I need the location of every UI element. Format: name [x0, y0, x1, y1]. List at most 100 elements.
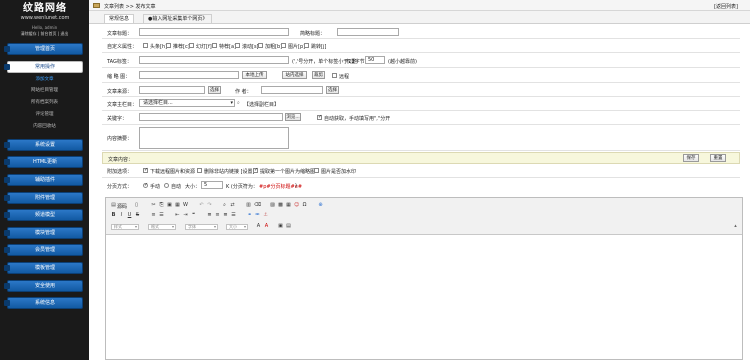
- size-dropdown[interactable]: 大小 ▾: [226, 224, 248, 230]
- format-dropdown[interactable]: 格式 ▾: [148, 224, 176, 230]
- table-icon[interactable]: ▦: [286, 203, 291, 208]
- rich-text-editor[interactable]: ▤ 源码 ▯ ✂ ⎘ ▣ ▦ W ↶ ↷ ⌕ ⇄ ▥ ⌫ ▨ ▩ ▦ ☺ Ω ⊕…: [105, 197, 743, 360]
- anchor-icon[interactable]: ⚓: [263, 213, 268, 218]
- find-icon[interactable]: ⌕: [222, 203, 227, 208]
- flag-f-checkbox[interactable]: [189, 43, 194, 48]
- nav-item-attachments[interactable]: 附件管理: [4, 192, 83, 204]
- templates-icon[interactable]: ▤: [286, 224, 291, 229]
- bulleted-list-icon[interactable]: ☰: [159, 213, 164, 218]
- maximize-icon[interactable]: ⊕: [318, 203, 323, 208]
- sub-item-add-article[interactable]: 添加文章: [0, 76, 89, 82]
- remote-checkbox[interactable]: [332, 73, 337, 78]
- align-right-icon[interactable]: ≣: [223, 213, 228, 218]
- undo-icon[interactable]: ↶: [199, 203, 204, 208]
- underline-icon[interactable]: U: [127, 213, 132, 218]
- source-input[interactable]: [139, 86, 205, 94]
- title-input[interactable]: [139, 28, 289, 36]
- tag-input[interactable]: [139, 56, 289, 64]
- bold-icon[interactable]: B: [111, 213, 116, 218]
- flag-c-checkbox[interactable]: [166, 43, 171, 48]
- cut-icon[interactable]: ✂: [151, 203, 156, 208]
- bg-color-icon[interactable]: A: [264, 224, 269, 229]
- flag-p-checkbox[interactable]: [281, 43, 286, 48]
- back-to-list-link[interactable]: [返回列表]: [714, 3, 738, 10]
- paste-icon[interactable]: ▣: [167, 203, 172, 208]
- link-icon[interactable]: ⚭: [247, 213, 252, 218]
- editor-content-area[interactable]: [106, 236, 742, 359]
- unlink-icon[interactable]: ⚮: [255, 213, 260, 218]
- nav-item-home[interactable]: 管理首页: [4, 43, 83, 55]
- flash-icon[interactable]: ▩: [278, 203, 283, 208]
- keywords-auto-checkbox[interactable]: [317, 114, 322, 120]
- tab-general[interactable]: 常规信息: [104, 14, 135, 23]
- align-center-icon[interactable]: ≡: [215, 213, 220, 218]
- search-icon[interactable]: ⌕: [237, 100, 240, 106]
- outdent-icon[interactable]: ⇤: [175, 213, 180, 218]
- column-select[interactable]: 请选择栏目... ▾: [139, 99, 235, 107]
- image-icon[interactable]: ▨: [270, 203, 275, 208]
- redo-icon[interactable]: ↷: [207, 203, 212, 208]
- special-char-icon[interactable]: Ω: [302, 203, 307, 208]
- tab-collect-url[interactable]: ●输入网址采集单个网页》: [143, 14, 213, 23]
- source-select-button[interactable]: 选择: [208, 86, 221, 94]
- paging-auto-radio[interactable]: [164, 183, 169, 188]
- paste-word-icon[interactable]: W: [183, 203, 188, 208]
- upload-button[interactable]: 本地上传: [242, 71, 267, 79]
- smiley-icon[interactable]: ☺: [294, 203, 299, 208]
- download-remote-checkbox[interactable]: [143, 167, 148, 173]
- keywords-browse-button[interactable]: 浏览...: [285, 113, 301, 121]
- save-button[interactable]: 保存: [683, 154, 699, 162]
- copy-icon[interactable]: ⎘: [159, 203, 164, 208]
- blockquote-icon[interactable]: ❝: [191, 213, 196, 218]
- collapse-toolbar-icon[interactable]: ▴: [733, 224, 738, 229]
- font-dropdown[interactable]: 字体 ▾: [185, 224, 218, 230]
- select-all-icon[interactable]: ▥: [246, 203, 251, 208]
- first-image-thumb-checkbox[interactable]: [253, 167, 258, 173]
- paging-size-input[interactable]: 5: [201, 181, 223, 189]
- paging-manual-radio[interactable]: [143, 182, 148, 188]
- source-icon[interactable]: ▤: [111, 203, 116, 208]
- preview-icon[interactable]: ▣: [278, 224, 283, 229]
- user-links[interactable]: 清除缓存 | 前台首页 | 退出: [0, 31, 89, 37]
- source-button-label[interactable]: 源码: [117, 203, 127, 210]
- flag-j-checkbox[interactable]: [304, 43, 309, 48]
- remove-format-icon[interactable]: ⌫: [254, 203, 261, 208]
- nav-item-system[interactable]: 系统设置: [4, 139, 83, 151]
- nav-item-plugins[interactable]: 辅助插件: [4, 174, 83, 186]
- style-dropdown[interactable]: 样式 ▾: [111, 224, 139, 230]
- nav-item-modules[interactable]: 模块管理: [4, 227, 83, 239]
- sub-item-recycle[interactable]: 内容回收站: [0, 123, 89, 129]
- summary-textarea[interactable]: [139, 127, 289, 149]
- strike-icon[interactable]: S: [135, 213, 140, 218]
- flag-b-checkbox[interactable]: [258, 43, 263, 48]
- flag-a-checkbox[interactable]: [212, 43, 217, 48]
- sub-item-archives[interactable]: 所有档案列表: [0, 99, 89, 105]
- nav-item-html[interactable]: HTML更新: [4, 156, 83, 168]
- text-color-icon[interactable]: A: [256, 224, 261, 229]
- reset-button[interactable]: 重置: [710, 154, 726, 162]
- italic-icon[interactable]: I: [119, 213, 124, 218]
- site-select-button[interactable]: 站内选择: [282, 71, 307, 79]
- indent-icon[interactable]: ⇥: [183, 213, 188, 218]
- align-justify-icon[interactable]: ☰: [231, 213, 236, 218]
- nav-item-common[interactable]: 常用操作: [4, 61, 83, 73]
- keywords-input[interactable]: [139, 113, 283, 121]
- sub-item-columns[interactable]: 网站栏目管理: [0, 87, 89, 93]
- flag-s-checkbox[interactable]: [235, 43, 240, 48]
- paste-text-icon[interactable]: ▦: [175, 203, 180, 208]
- watermark-checkbox[interactable]: [314, 168, 319, 173]
- sub-item-comments[interactable]: 评论管理: [0, 111, 89, 117]
- flag-h-checkbox[interactable]: [143, 43, 148, 48]
- remove-links-checkbox[interactable]: [197, 168, 202, 173]
- thumb-input[interactable]: [139, 71, 239, 79]
- weight-input[interactable]: 50: [365, 56, 385, 64]
- nav-item-security[interactable]: 安全使用: [4, 280, 83, 292]
- crop-button[interactable]: 裁剪: [312, 71, 325, 79]
- select-sub-column-link[interactable]: 【选择副栏目】: [244, 101, 279, 108]
- nav-item-templates[interactable]: 模板管理: [4, 262, 83, 274]
- nav-item-channel[interactable]: 频道模型: [4, 209, 83, 221]
- replace-icon[interactable]: ⇄: [230, 203, 235, 208]
- new-page-icon[interactable]: ▯: [134, 203, 139, 208]
- short-title-input[interactable]: [337, 28, 399, 36]
- align-left-icon[interactable]: ≣: [207, 213, 212, 218]
